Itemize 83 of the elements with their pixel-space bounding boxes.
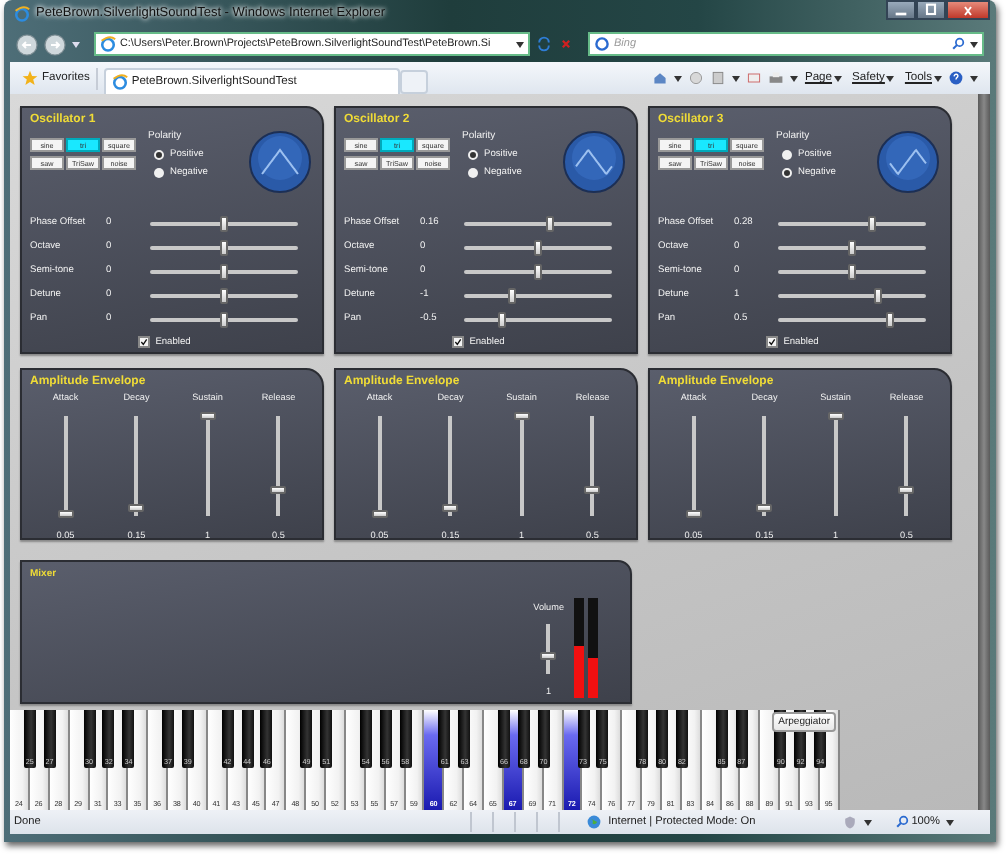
page-icon xyxy=(100,36,116,52)
slider-thumb[interactable] xyxy=(128,504,145,512)
caret-icon[interactable] xyxy=(732,75,741,81)
slider-track[interactable] xyxy=(448,416,453,516)
slider-thumb[interactable] xyxy=(442,504,459,512)
caret-icon[interactable] xyxy=(863,819,872,825)
search-provider-icon xyxy=(594,36,610,52)
caret-icon xyxy=(886,75,895,81)
waveform-display xyxy=(876,130,940,194)
checkbox[interactable] xyxy=(451,336,464,348)
forward-button[interactable] xyxy=(44,33,66,55)
magnifier-icon xyxy=(893,814,910,830)
slider-thumb[interactable] xyxy=(57,509,74,517)
caret-icon[interactable] xyxy=(970,41,978,47)
back-button[interactable] xyxy=(16,33,38,55)
close-button[interactable] xyxy=(946,0,990,20)
slider-thumb[interactable] xyxy=(756,504,773,512)
slider-thumb[interactable] xyxy=(584,485,601,493)
slider-track[interactable] xyxy=(519,416,524,516)
slider-track[interactable] xyxy=(904,416,909,516)
slider-thumb[interactable] xyxy=(220,215,228,231)
caret-icon[interactable] xyxy=(516,41,524,47)
checkbox[interactable] xyxy=(765,336,778,348)
checkbox[interactable] xyxy=(137,336,150,348)
slider-track[interactable] xyxy=(691,416,696,516)
slider-thumb[interactable] xyxy=(270,485,287,493)
slider-track[interactable] xyxy=(205,416,210,516)
star-icon xyxy=(22,70,38,86)
slider-thumb[interactable] xyxy=(868,215,877,231)
slider-thumb[interactable] xyxy=(898,485,915,493)
slider-thumb[interactable] xyxy=(848,263,856,279)
slider-track[interactable] xyxy=(833,416,838,516)
radio-button[interactable] xyxy=(154,150,164,160)
maximize-button[interactable] xyxy=(916,0,946,20)
slider-thumb[interactable] xyxy=(220,239,228,255)
waveform-display xyxy=(248,130,312,194)
caret-icon xyxy=(834,75,843,81)
slider-track[interactable] xyxy=(546,624,551,674)
slider-track[interactable] xyxy=(762,416,767,516)
slider-thumb[interactable] xyxy=(371,509,388,517)
level-meter xyxy=(588,598,598,698)
slider-track[interactable] xyxy=(590,416,595,516)
slider-thumb[interactable] xyxy=(545,215,554,231)
slider-track[interactable] xyxy=(134,416,139,516)
slider-thumb[interactable] xyxy=(827,412,844,420)
slider-thumb[interactable] xyxy=(498,311,507,327)
page-icon xyxy=(111,74,128,90)
slider-thumb[interactable] xyxy=(534,239,542,255)
close-icon xyxy=(964,5,972,15)
waveform-display xyxy=(562,130,626,194)
level-meter xyxy=(574,598,584,698)
slider-thumb[interactable] xyxy=(220,287,228,303)
refresh-icon[interactable] xyxy=(536,36,552,52)
radio-button[interactable] xyxy=(782,150,792,160)
caret-icon[interactable] xyxy=(970,75,978,81)
slider-thumb[interactable] xyxy=(220,311,228,327)
scrollbar[interactable] xyxy=(978,94,990,810)
radio-button[interactable] xyxy=(154,168,164,178)
slider-thumb[interactable] xyxy=(199,412,216,420)
globe-icon xyxy=(586,814,603,830)
help-icon[interactable] xyxy=(948,70,964,86)
slider-thumb[interactable] xyxy=(873,287,882,303)
radio-button[interactable] xyxy=(782,168,792,178)
caret-icon[interactable] xyxy=(946,819,954,825)
browser-logo-icon xyxy=(14,5,30,21)
slider-track[interactable] xyxy=(63,416,68,516)
radio-button[interactable] xyxy=(468,168,478,178)
slider-thumb[interactable] xyxy=(513,412,530,420)
radio-button[interactable] xyxy=(468,150,478,160)
slider-thumb[interactable] xyxy=(220,263,228,279)
minimize-button[interactable] xyxy=(886,0,916,20)
slider-thumb[interactable] xyxy=(508,287,517,303)
slider-thumb[interactable] xyxy=(848,239,856,255)
slider-thumb[interactable] xyxy=(534,263,542,279)
caret-icon[interactable] xyxy=(790,75,799,81)
slider-track[interactable] xyxy=(377,416,382,516)
slider-thumb[interactable] xyxy=(685,509,702,517)
slider-thumb[interactable] xyxy=(540,652,557,661)
slider-track[interactable] xyxy=(276,416,281,516)
slider-thumb[interactable] xyxy=(886,311,895,327)
search-icon[interactable] xyxy=(950,36,966,52)
caret-icon[interactable] xyxy=(674,75,683,81)
caret-icon xyxy=(934,75,942,81)
